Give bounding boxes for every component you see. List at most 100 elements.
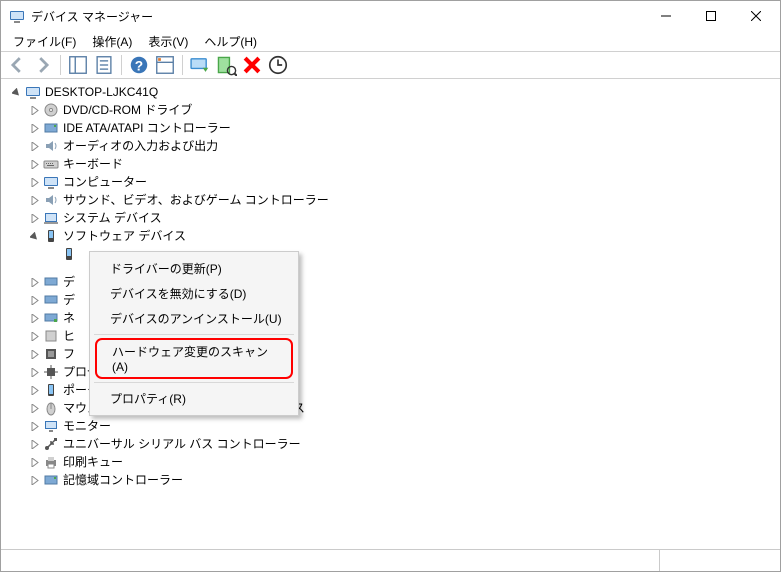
tree-item-label: 印刷キュー [63,453,129,471]
speaker-icon [43,192,59,208]
context-disable-device[interactable]: デバイスを無効にする(D) [92,281,296,306]
tree-item-sound-game[interactable]: サウンド、ビデオ、およびゲーム コントローラー [27,191,780,209]
context-scan-hardware[interactable]: ハードウェア変更のスキャン(A) [97,340,291,377]
expand-icon[interactable] [27,175,41,189]
tree-root[interactable]: DESKTOP-LJKC41Q [9,83,780,101]
tree-item-label: フ [63,345,81,363]
expand-icon[interactable] [27,103,41,117]
software-icon [61,246,77,262]
storage-controller-icon [43,472,59,488]
printer-icon [43,454,59,470]
tree-item-software[interactable]: ソフトウェア デバイス [27,227,780,245]
toolbar-separator [182,55,183,75]
context-highlight: ハードウェア変更のスキャン(A) [95,338,293,379]
menu-action[interactable]: 操作(A) [84,31,140,52]
toolbar: ? [1,51,780,79]
expand-icon[interactable] [27,329,41,343]
hid-icon [43,328,59,344]
context-uninstall-device[interactable]: デバイスのアンインストール(U) [92,306,296,331]
tree-item-usb[interactable]: ユニバーサル シリアル バス コントローラー [27,435,780,453]
expand-icon[interactable] [27,121,41,135]
tree-item-keyboard[interactable]: キーボード [27,155,780,173]
computer-icon [25,84,41,100]
tree-item-storage-controller[interactable]: 記憶域コントローラー [27,471,780,489]
tree-item-label: デ [63,273,81,291]
tree-item-monitor[interactable]: モニター [27,417,780,435]
tree-item-computer[interactable]: コンピューター [27,173,780,191]
titlebar: デバイス マネージャー [1,1,780,31]
monitor-icon [43,418,59,434]
app-icon [9,8,25,24]
refresh-button[interactable] [266,53,290,77]
expand-icon[interactable] [27,347,41,361]
scan-hardware-button[interactable] [214,53,238,77]
display-adapter-icon [43,292,59,308]
display-adapter-icon [43,274,59,290]
collapse-icon[interactable] [27,229,41,243]
tree-item-label: IDE ATA/ATAPI コントローラー [63,119,237,137]
expand-icon[interactable] [27,365,41,379]
context-update-driver[interactable]: ドライバーの更新(P) [92,256,296,281]
menu-view[interactable]: 表示(V) [140,31,196,52]
help-button[interactable]: ? [127,53,151,77]
statusbar-cell [660,550,780,571]
statusbar [1,549,780,571]
tree-item-ide[interactable]: IDE ATA/ATAPI コントローラー [27,119,780,137]
forward-button[interactable] [31,53,55,77]
firmware-icon [43,346,59,362]
tree-item-label: デ [63,291,81,309]
disc-icon [43,102,59,118]
expand-icon[interactable] [27,139,41,153]
computer-icon [43,174,59,190]
expand-icon[interactable] [27,275,41,289]
expand-icon[interactable] [27,473,41,487]
minimize-button[interactable] [643,1,688,31]
expand-icon[interactable] [27,401,41,415]
expand-icon[interactable] [27,211,41,225]
menu-file[interactable]: ファイル(F) [5,31,84,52]
close-button[interactable] [733,1,778,31]
tree-item-label: オーディオの入力および出力 [63,137,224,155]
tree-item-label: モニター [63,417,117,435]
window-title: デバイス マネージャー [31,8,643,25]
tree-root-label: DESKTOP-LJKC41Q [45,83,164,101]
collapse-icon[interactable] [9,85,23,99]
update-driver-button[interactable] [188,53,212,77]
show-hide-console-tree-button[interactable] [66,53,90,77]
keyboard-icon [43,156,59,172]
back-button[interactable] [5,53,29,77]
tree-item-audio-io[interactable]: オーディオの入力および出力 [27,137,780,155]
usb-icon [43,436,59,452]
tree-item-dvd[interactable]: DVD/CD-ROM ドライブ [27,101,780,119]
network-icon [43,310,59,326]
blank-twisty [45,247,59,261]
expand-icon[interactable] [27,293,41,307]
system-device-icon [43,210,59,226]
expand-icon[interactable] [27,311,41,325]
speaker-icon [43,138,59,154]
uninstall-device-button[interactable] [240,53,264,77]
tree-item-print-queue[interactable]: 印刷キュー [27,453,780,471]
context-separator [94,382,294,383]
action-center-button[interactable] [153,53,177,77]
expand-icon[interactable] [27,419,41,433]
portable-device-icon [43,382,59,398]
expand-icon[interactable] [27,157,41,171]
expand-icon[interactable] [27,455,41,469]
toolbar-separator [121,55,122,75]
software-icon [43,228,59,244]
device-manager-window: デバイス マネージャー ファイル(F) 操作(A) 表示(V) ヘルプ(H) ? [0,0,781,572]
toolbar-separator [60,55,61,75]
properties-sheet-button[interactable] [92,53,116,77]
expand-icon[interactable] [27,437,41,451]
tree-item-label: ソフトウェア デバイス [63,227,192,245]
menu-help[interactable]: ヘルプ(H) [196,31,265,52]
tree-item-label: コンピューター [63,173,153,191]
tree-item-system[interactable]: システム デバイス [27,209,780,227]
maximize-button[interactable] [688,1,733,31]
context-properties[interactable]: プロパティ(R) [92,386,296,411]
tree-item-label: 記憶域コントローラー [63,471,189,489]
expand-icon[interactable] [27,383,41,397]
expand-icon[interactable] [27,193,41,207]
tree-item-label: DVD/CD-ROM ドライブ [63,101,198,119]
